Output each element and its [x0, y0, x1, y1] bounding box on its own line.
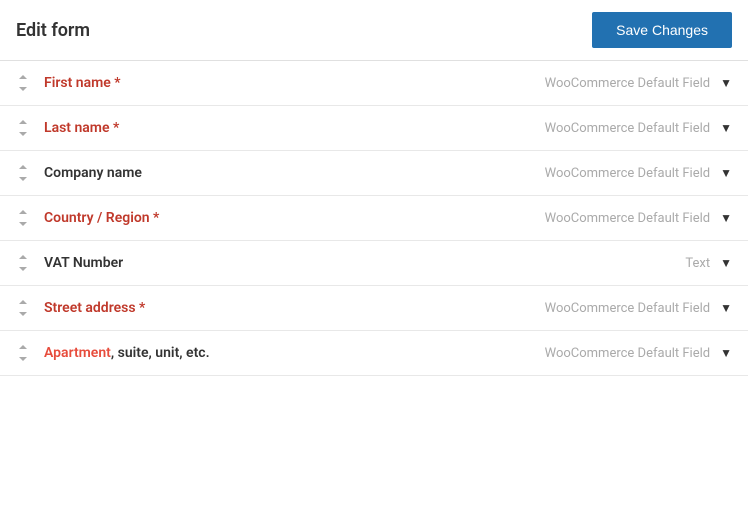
field-dropdown-arrow[interactable]: ▼	[720, 76, 732, 90]
form-row: Last name *WooCommerce Default Field ▼	[0, 106, 748, 151]
field-dropdown-arrow[interactable]: ▼	[720, 346, 732, 360]
field-type-label: WooCommerce Default Field	[545, 346, 711, 361]
field-dropdown-arrow[interactable]: ▼	[720, 121, 732, 135]
form-row: Apartment, suite, unit, etc.WooCommerce …	[0, 331, 748, 376]
field-label: First name *	[44, 75, 545, 91]
field-label: Apartment, suite, unit, etc.	[44, 345, 545, 361]
form-fields-list: First name *WooCommerce Default Field▼ L…	[0, 61, 748, 376]
field-dropdown-arrow[interactable]: ▼	[720, 301, 732, 315]
field-label: Company name	[44, 165, 545, 181]
field-label: Last name *	[44, 120, 545, 136]
form-row: Country / Region *WooCommerce Default Fi…	[0, 196, 748, 241]
form-row: Company nameWooCommerce Default Field ▼	[0, 151, 748, 196]
form-row: Street address *WooCommerce Default Fiel…	[0, 286, 748, 331]
sort-drag-icon[interactable]	[16, 255, 30, 271]
field-type-label: WooCommerce Default Field	[545, 301, 711, 316]
field-type-label: WooCommerce Default Field	[545, 166, 711, 181]
field-type-label: Text	[685, 256, 710, 271]
sort-drag-icon[interactable]	[16, 165, 30, 181]
page-header: Edit form Save Changes	[0, 0, 748, 61]
sort-drag-icon[interactable]	[16, 210, 30, 226]
sort-drag-icon[interactable]	[16, 345, 30, 361]
field-type-label: WooCommerce Default Field	[545, 211, 711, 226]
field-label: VAT Number	[44, 255, 685, 271]
field-dropdown-arrow[interactable]: ▼	[720, 256, 732, 270]
field-type-label: WooCommerce Default Field	[545, 76, 711, 91]
sort-drag-icon[interactable]	[16, 120, 30, 136]
form-row: First name *WooCommerce Default Field ▼	[0, 61, 748, 106]
save-changes-button[interactable]: Save Changes	[592, 12, 732, 48]
field-dropdown-arrow[interactable]: ▼	[720, 166, 732, 180]
field-label: Country / Region *	[44, 210, 545, 226]
field-label: Street address *	[44, 300, 545, 316]
form-row: VAT NumberText ▼	[0, 241, 748, 286]
field-type-label: WooCommerce Default Field	[545, 121, 711, 136]
page-title: Edit form	[16, 20, 90, 41]
field-dropdown-arrow[interactable]: ▼	[720, 211, 732, 225]
sort-drag-icon[interactable]	[16, 300, 30, 316]
sort-drag-icon[interactable]	[16, 75, 30, 91]
